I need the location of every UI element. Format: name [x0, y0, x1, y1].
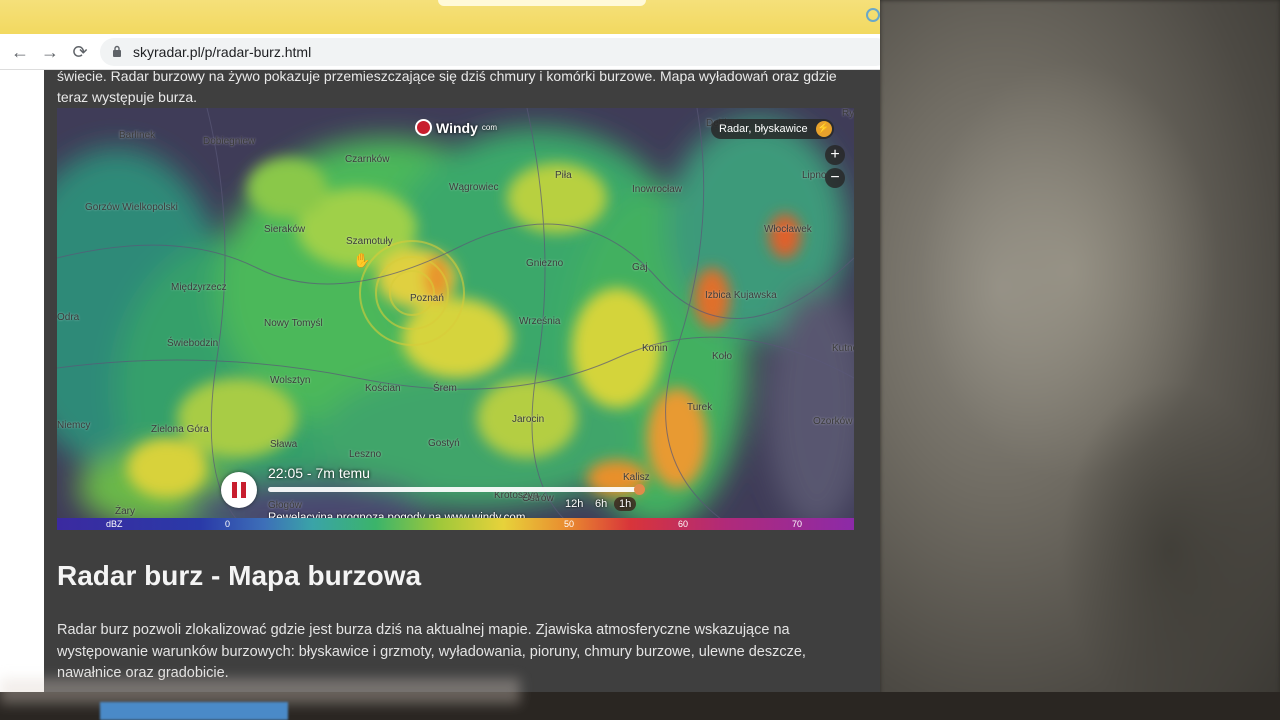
city-label: Międzyrzecz — [171, 282, 227, 293]
intro-line-1: świecie. Radar burzowy na żywo pokazuje … — [57, 68, 837, 84]
zoom-in-button[interactable]: + — [825, 145, 845, 165]
range-1h[interactable]: 1h — [614, 497, 637, 511]
city-label: Żary — [115, 506, 135, 517]
layer-label: Radar, błyskawice — [719, 123, 808, 135]
city-label: Ozorków — [813, 416, 853, 427]
city-label: Włocławek — [764, 224, 812, 235]
city-label: Gorzów Wielkopolski — [85, 202, 178, 213]
city-label: Sława — [270, 439, 298, 450]
legend-tick-0: 0 — [225, 519, 231, 529]
page-heading: Radar burz - Mapa burzowa — [57, 560, 422, 591]
browser-toolbar: ← → ⟳ skyradar.pl/p/radar-burz.html — [0, 34, 880, 70]
city-label: Gostyń — [428, 438, 460, 449]
content-column: świecie. Radar burzowy na żywo pokazuje … — [44, 68, 880, 692]
windy-logo-suffix: com — [481, 123, 497, 132]
city-label: Wolsztyn — [270, 375, 311, 386]
address-bar[interactable]: skyradar.pl/p/radar-burz.html — [100, 38, 880, 66]
dbz-color-legend: dBZ 0 50 60 70 — [57, 518, 854, 530]
forward-button[interactable]: → — [38, 40, 62, 64]
city-label: Szamotuły — [346, 236, 393, 247]
city-label: Głogów — [268, 500, 302, 511]
pause-button[interactable] — [221, 472, 257, 508]
city-label: Gaj — [632, 262, 648, 273]
windy-logo-icon — [415, 119, 432, 136]
city-label: Wągrowiec — [449, 182, 499, 193]
lightning-icon: ⚡ — [815, 121, 832, 137]
description-paragraph: Radar burz pozwoli zlokalizować gdzie je… — [57, 622, 806, 681]
layer-selector[interactable]: Radar, błyskawice ⚡ — [711, 119, 834, 139]
city-label: Leszno — [349, 449, 382, 460]
browser-window: ← → ⟳ skyradar.pl/p/radar-burz.html świe… — [0, 0, 880, 692]
city-label: Sieraków — [264, 224, 306, 235]
city-label: Września — [519, 316, 561, 327]
tab-strip — [0, 0, 880, 34]
city-label: Turek — [687, 402, 713, 413]
city-label: Śrem — [433, 383, 457, 394]
city-label: Zielona Góra — [151, 424, 209, 435]
city-label: Nowy Tomyśl — [264, 318, 323, 329]
new-tab-icon[interactable] — [866, 8, 880, 22]
pause-icon — [232, 482, 237, 498]
city-label: Jarocin — [512, 414, 545, 425]
city-label: Czarnków — [345, 154, 390, 165]
legend-unit: dBZ — [106, 519, 123, 529]
active-tab[interactable] — [438, 0, 646, 6]
page-content: świecie. Radar burzowy na żywo pokazuje … — [0, 68, 880, 692]
range-12h[interactable]: 12h — [560, 497, 588, 511]
taskbar — [0, 678, 1280, 720]
city-label: Inowrocław — [632, 184, 683, 195]
city-label: Kutno — [832, 343, 854, 354]
intro-text: świecie. Radar burzowy na żywo pokazuje … — [57, 66, 880, 108]
reload-button[interactable]: ⟳ — [68, 40, 92, 64]
intro-line-2: teraz występuje burza. — [57, 89, 198, 105]
city-label: Barlinek — [119, 130, 156, 141]
city-label: Odra — [57, 312, 80, 323]
city-label: Koło — [712, 351, 733, 362]
city-label: Kościan — [365, 383, 401, 394]
radar-overlay — [57, 108, 854, 530]
timeline-slider[interactable] — [268, 484, 645, 495]
legend-tick-70: 70 — [792, 519, 803, 529]
city-label: Niemcy — [57, 420, 91, 431]
city-label: Dobiegniew — [203, 136, 256, 147]
city-label: Piła — [555, 170, 572, 181]
city-label: Poznań — [410, 293, 444, 304]
legend-tick-50: 50 — [564, 519, 575, 529]
hand-cursor-icon: ✋ — [353, 252, 371, 268]
city-label: Kalisz — [623, 472, 650, 483]
city-label: Izbica Kujawska — [705, 290, 777, 301]
lock-icon — [113, 45, 121, 57]
time-label: 22:05 - 7m temu — [268, 465, 370, 481]
legend-tick-60: 60 — [678, 519, 689, 529]
taskbar-active-app[interactable] — [100, 702, 288, 720]
zoom-out-button[interactable]: − — [825, 168, 845, 188]
city-label: Lipno — [802, 170, 827, 181]
windy-logo-text: Windy — [436, 119, 478, 136]
timeline-knob[interactable] — [634, 484, 645, 495]
back-button[interactable]: ← — [8, 40, 32, 64]
city-label: Gniezno — [526, 258, 564, 269]
city-label: Ry — [842, 108, 854, 119]
range-6h[interactable]: 6h — [590, 497, 612, 511]
windy-logo[interactable]: Windy com — [415, 119, 497, 136]
windy-radar-map[interactable]: Barlinek Dobiegniew Czarnków Piła Wągrowiec I… — [57, 108, 854, 530]
blurred-background — [880, 0, 1280, 720]
city-label: Konin — [642, 343, 668, 354]
url-text: skyradar.pl/p/radar-burz.html — [133, 44, 312, 60]
city-label: Świebodzin — [167, 338, 219, 349]
